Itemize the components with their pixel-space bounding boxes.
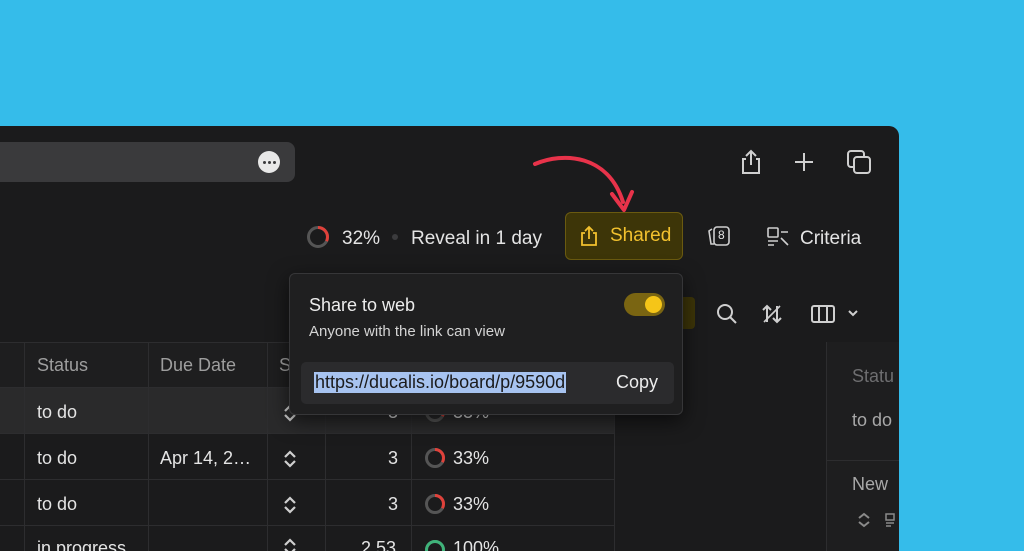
share-link-field[interactable]: https://ducalis.io/board/p/9590d Copy	[301, 362, 674, 404]
share-subtitle: Anyone with the link can view	[309, 323, 505, 340]
new-tab-icon[interactable]	[790, 148, 818, 176]
table-row[interactable]	[0, 434, 615, 480]
progress-ring-icon	[425, 540, 445, 551]
chevron-down-icon[interactable]	[846, 306, 860, 320]
status-cell[interactable]: to do	[37, 402, 77, 423]
progress-ring-icon	[425, 448, 445, 468]
reveal-countdown: Reveal in 1 day	[411, 228, 542, 249]
header-due-date[interactable]: Due Date	[160, 355, 236, 376]
copy-link-button[interactable]: Copy	[616, 372, 658, 393]
side-divider	[827, 460, 899, 461]
progress-ring-icon	[307, 226, 329, 248]
separator-dot	[392, 234, 398, 240]
stepper-icon[interactable]	[282, 538, 298, 551]
share-icon[interactable]	[737, 148, 765, 176]
status-cell[interactable]: in progress	[37, 538, 126, 551]
share-title: Share to web	[309, 295, 416, 315]
score-cell[interactable]: 3	[388, 494, 398, 515]
stepper-icon[interactable]	[857, 512, 871, 528]
progress-percent: 32%	[342, 228, 381, 249]
status-cell[interactable]: to do	[37, 448, 77, 469]
cards-count: 8	[718, 228, 725, 242]
columns-icon[interactable]	[810, 302, 836, 326]
column-divider	[267, 342, 268, 551]
score-cell[interactable]: 3	[388, 448, 398, 469]
column-divider	[148, 342, 149, 551]
progress-ring-icon	[425, 494, 445, 514]
search-icon[interactable]	[715, 302, 739, 326]
side-status-label: Statu	[852, 366, 895, 386]
share-to-web-toggle[interactable]	[624, 293, 665, 316]
toggle-knob	[645, 296, 662, 313]
app-window: 32% Reveal in 1 day Shared 8 Criteria St…	[0, 126, 899, 551]
sort-icon[interactable]	[760, 302, 784, 326]
address-bar[interactable]	[0, 142, 295, 182]
criteria-icon[interactable]	[766, 226, 790, 248]
stepper-icon[interactable]	[282, 496, 298, 514]
stepper-icon[interactable]	[282, 450, 298, 468]
percent-cell: 33%	[453, 494, 490, 514]
tabs-overview-icon[interactable]	[845, 148, 873, 176]
score-cell[interactable]: 2.53	[361, 538, 396, 551]
annotation-arrow-icon	[533, 155, 634, 212]
side-new-label: New	[852, 474, 889, 494]
share-link-url[interactable]: https://ducalis.io/board/p/9590d	[314, 372, 567, 393]
cards-counter[interactable]: 8	[706, 224, 732, 248]
percent-cell: 100%	[453, 538, 500, 551]
share-upload-icon	[581, 225, 597, 246]
side-status-value[interactable]: to do	[852, 410, 892, 431]
header-status[interactable]: Status	[37, 355, 88, 376]
shared-button[interactable]: Shared	[565, 212, 683, 260]
shared-button-label: Shared	[610, 225, 672, 246]
column-divider	[24, 342, 25, 551]
criteria-button[interactable]: Criteria	[800, 228, 861, 250]
status-cell[interactable]: to do	[37, 494, 77, 515]
share-popover: Share to web Anyone with the link can vi…	[289, 273, 683, 415]
more-options-icon[interactable]	[258, 151, 280, 173]
table-row[interactable]	[0, 480, 615, 526]
due-date-cell[interactable]: Apr 14, 2…	[160, 448, 251, 469]
percent-cell: 33%	[453, 448, 490, 468]
criteria-icon	[885, 513, 895, 527]
detail-side-panel: Statu to do New	[826, 342, 899, 551]
